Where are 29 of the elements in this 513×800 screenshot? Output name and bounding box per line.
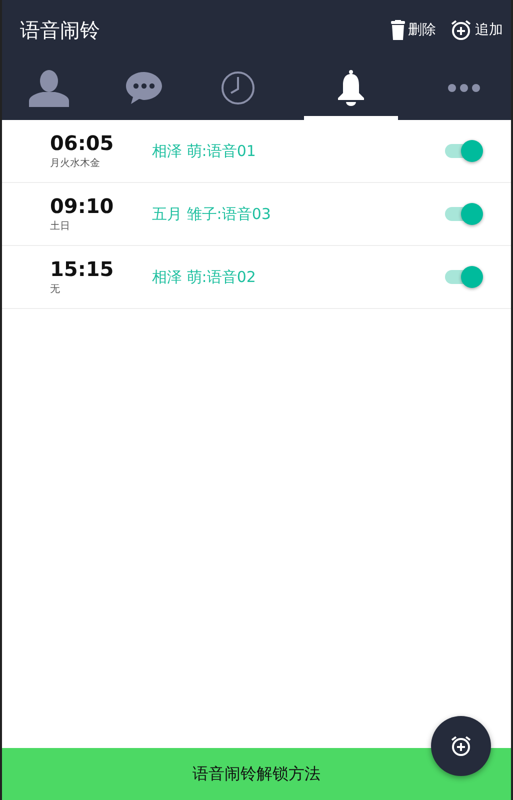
toggle-switch[interactable]: [445, 265, 483, 289]
add-alarm-fab[interactable]: [431, 716, 491, 776]
alarm-time: 06:05: [50, 132, 114, 154]
alarm-voice: 相泽 萌:语音01: [152, 142, 257, 160]
toggle-switch[interactable]: [445, 139, 483, 163]
alarm-time: 09:10: [50, 195, 114, 217]
alarm-time: 15:15: [50, 258, 114, 280]
add-button[interactable]: 追加: [450, 19, 503, 41]
app-title: 语音闹铃: [20, 16, 100, 44]
bottom-bar[interactable]: 语音闹铃解锁方法: [2, 748, 511, 800]
toggle-switch[interactable]: [445, 202, 483, 226]
delete-button[interactable]: 删除: [391, 19, 436, 41]
more-icon: [446, 83, 481, 93]
alarm-row[interactable]: 15:15 无 相泽 萌:语音02: [2, 246, 511, 309]
alarm-days: 月火水木金: [50, 156, 100, 170]
person-icon: [29, 69, 70, 107]
clock-icon: [221, 71, 256, 105]
alarm-add-icon: [450, 19, 472, 41]
alarm-days: 土日: [50, 219, 70, 233]
alarm-days: 无: [50, 282, 60, 296]
alarm-voice: 相泽 萌:语音02: [152, 268, 257, 286]
unlock-method-link[interactable]: 语音闹铃解锁方法: [192, 764, 320, 784]
alarm-voice: 五月 雏子:语音03: [152, 204, 272, 224]
alarm-add-icon: [450, 735, 472, 757]
trash-icon: [391, 20, 405, 40]
bell-icon: [336, 70, 366, 106]
chat-bubble-icon: [124, 71, 163, 105]
alarm-row[interactable]: 06:05 月火水木金 相泽 萌:语音01: [2, 120, 511, 183]
alarm-row[interactable]: 09:10 土日 五月 雏子:语音03: [2, 183, 511, 246]
